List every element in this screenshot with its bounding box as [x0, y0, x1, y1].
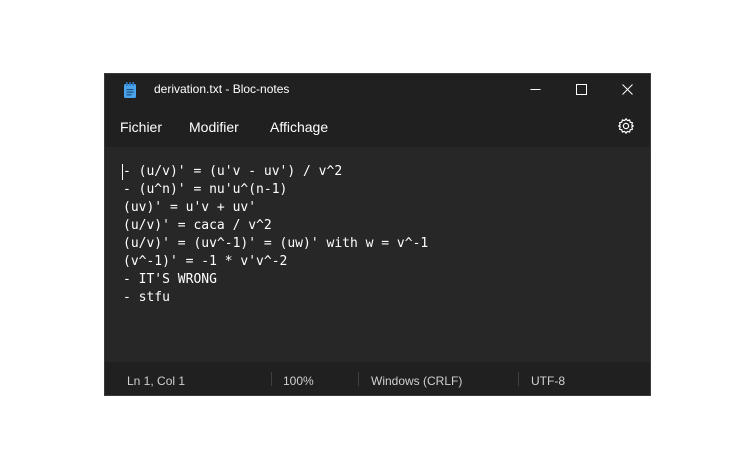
text-line: - (u^n)' = nu'u^(n-1)	[123, 182, 288, 197]
maximize-button[interactable]	[558, 74, 604, 105]
status-divider	[271, 372, 272, 386]
text-editor[interactable]: - (u/v)' = (u'v - uv') / v^2 - (u^n)' = …	[105, 147, 650, 362]
minimize-button[interactable]	[512, 74, 558, 105]
menu-affichage[interactable]: Affichage	[270, 119, 328, 135]
status-bar: Ln 1, Col 1 100% Windows (CRLF) UTF-8	[105, 362, 650, 395]
text-line: - IT'S WRONG	[123, 272, 217, 287]
text-line: - stfu	[123, 290, 170, 305]
window-title: derivation.txt - Bloc-notes	[154, 82, 290, 96]
text-line: (uv)' = u'v + uv'	[123, 200, 257, 215]
text-line: - (u/v)' = (u'v - uv') / v^2	[123, 164, 343, 179]
menu-bar: Fichier Modifier Affichage	[105, 105, 650, 147]
notepad-window: derivation.txt - Bloc-notes Fichier Modi…	[105, 74, 650, 395]
notepad-icon	[124, 82, 136, 98]
zoom-level[interactable]: 100%	[283, 374, 314, 388]
line-ending[interactable]: Windows (CRLF)	[371, 374, 462, 388]
text-line: (u/v)' = (uv^-1)' = (uw)' with w = v^-1	[123, 236, 429, 251]
menu-fichier[interactable]: Fichier	[120, 119, 162, 135]
gear-icon[interactable]	[617, 117, 635, 135]
status-divider	[518, 372, 519, 386]
close-button[interactable]	[604, 74, 650, 105]
text-line: (u/v)' = caca / v^2	[123, 218, 272, 233]
close-icon	[621, 84, 633, 95]
title-bar[interactable]: derivation.txt - Bloc-notes	[105, 74, 650, 105]
menu-modifier[interactable]: Modifier	[189, 119, 239, 135]
maximize-icon	[575, 84, 587, 95]
minimize-icon	[530, 89, 540, 90]
status-divider	[358, 372, 359, 386]
cursor-position[interactable]: Ln 1, Col 1	[127, 374, 185, 388]
editor-lines: - (u/v)' = (u'v - uv') / v^2 - (u^n)' = …	[123, 163, 428, 307]
encoding[interactable]: UTF-8	[531, 374, 565, 388]
text-line: (v^-1)' = -1 * v'v^-2	[123, 254, 288, 269]
